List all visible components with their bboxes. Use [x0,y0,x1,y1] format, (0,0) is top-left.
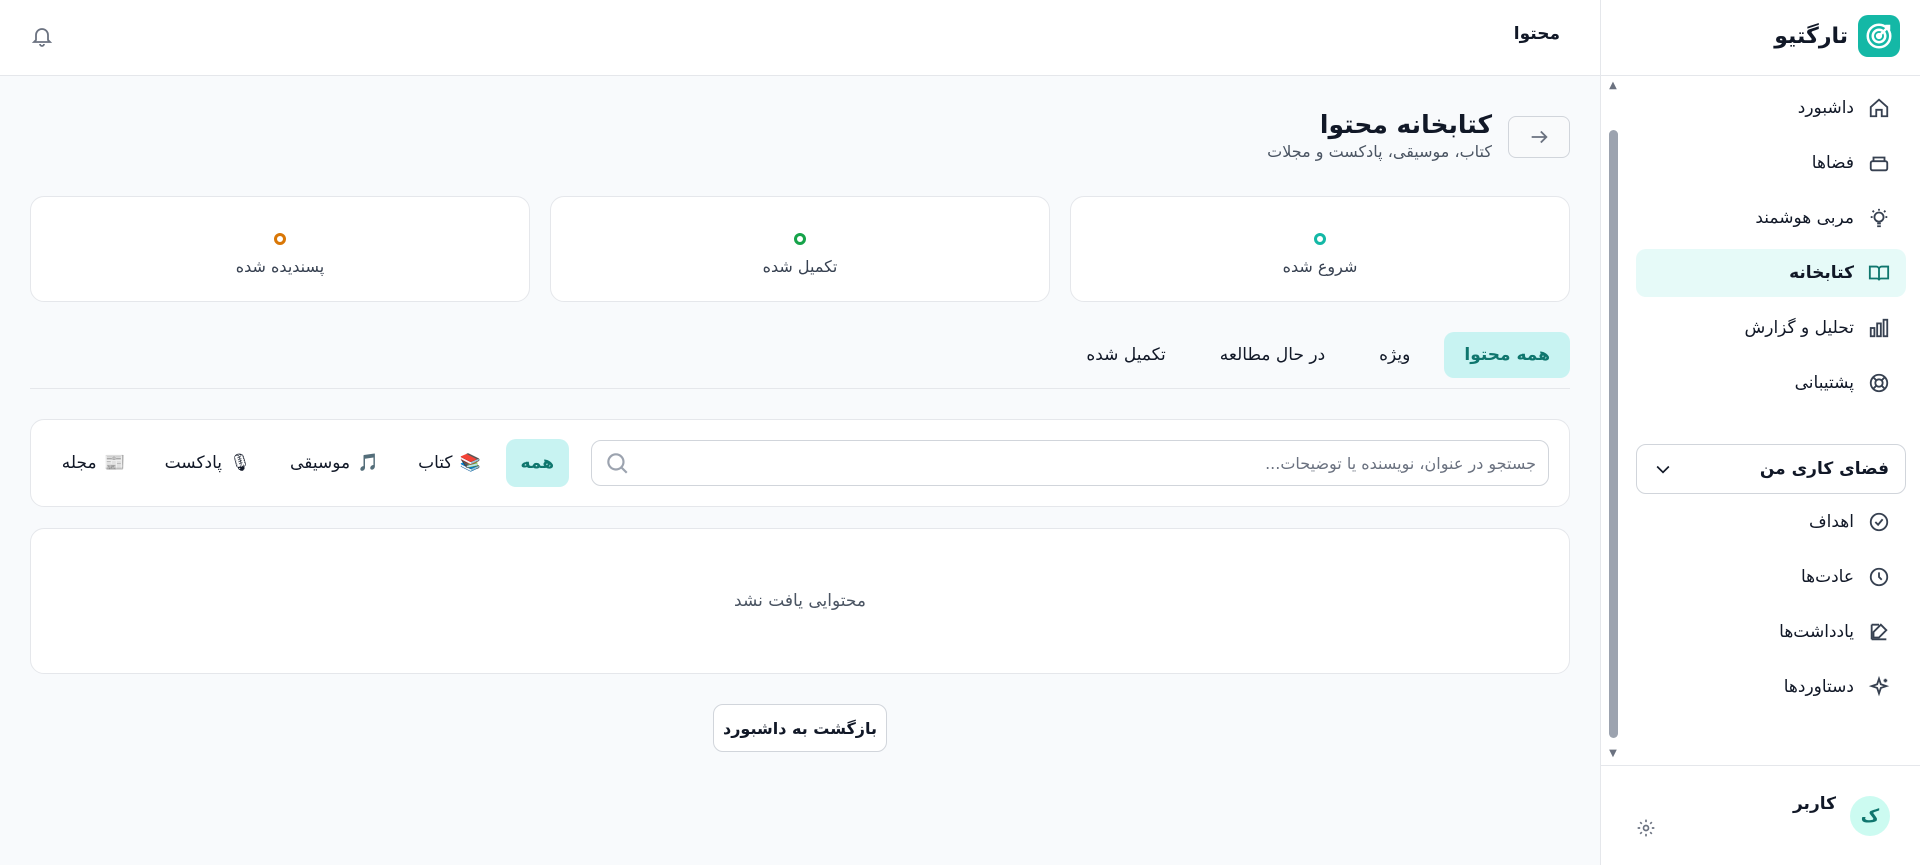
topbar-title: محتوا [1513,24,1560,44]
workspace-nav: اهداف عادت‌ها یادداشت‌ها دستاوردها [1636,498,1906,718]
sidebar-item-label: تحلیل و گزارش [1744,318,1854,338]
music-note-icon: 🎵 [357,453,379,473]
filter-music[interactable]: 🎵 موسیقی [275,439,393,487]
status-dot [274,233,286,245]
sidebar-item-label: مربی هوشمند [1755,208,1854,228]
microphone-icon: 🎙 [229,453,251,473]
sidebar-item-label: کتابخانه [1789,263,1854,283]
divider [1600,75,1920,76]
clock-icon [1869,567,1889,587]
stat-card-liked: پسندیده شده [30,196,530,302]
tab-featured[interactable]: ویژه [1359,332,1430,378]
divider [30,388,1570,389]
filter-magazine[interactable]: 📰 مجله [47,439,140,487]
sidebar-item-smart-coach[interactable]: مربی هوشمند [1636,194,1906,242]
filter-panel: همه 📚 کتاب 🎵 موسیقی 🎙 پادکست 📰 مجله [30,419,1570,507]
sidebar-item-dashboard[interactable]: داشبورد [1636,84,1906,132]
page-title: کتابخانه محتوا [1319,110,1492,139]
bar-chart-icon [1869,318,1889,338]
scrollbar-thumb[interactable] [1609,130,1618,738]
sidebar-item-habits[interactable]: عادت‌ها [1636,553,1906,601]
back-button[interactable] [1508,116,1570,158]
user-panel: ک کاربر [1600,765,1920,865]
page-subtitle: کتاب، موسیقی، پادکست و مجلات [1267,142,1492,161]
target-logo-icon [1858,15,1900,57]
sidebar-item-achievements[interactable]: دستاوردها [1636,663,1906,711]
brand[interactable]: تارگتیو [1601,0,1920,72]
sidebar-item-label: داشبورد [1797,98,1854,118]
filter-book[interactable]: 📚 کتاب [403,439,495,487]
layers-icon [1869,156,1889,172]
filter-all[interactable]: همه [505,439,569,487]
newspaper-icon: 📰 [104,453,126,473]
scroll-down-icon[interactable]: ▼ [1607,748,1619,760]
sidebar: تارگتیو ▲ ▼ داشبورد فضاها مربی هوشمند کت… [1600,0,1920,865]
workspace-label: فضای کاری من [1759,459,1889,479]
edit-icon [1870,623,1888,641]
empty-state-text: محتوایی یافت نشد [734,591,866,611]
sidebar-item-notes[interactable]: یادداشت‌ها [1636,608,1906,656]
check-circle-icon [1869,512,1889,532]
sparkles-icon [1868,676,1890,697]
sidebar-item-label: فضاها [1811,153,1854,173]
sidebar-item-label: دستاوردها [1783,677,1854,697]
search-icon [607,453,628,474]
sidebar-item-label: پشتیبانی [1794,373,1854,393]
sidebar-nav: داشبورد فضاها مربی هوشمند کتابخانه تحلیل… [1636,84,1906,414]
book-open-icon [1868,265,1890,281]
status-dot [794,233,806,245]
tab-reading[interactable]: در حال مطالعه [1200,332,1345,378]
filter-label: همه [520,453,555,473]
arrow-right-icon [1531,130,1548,144]
sidebar-item-label: یادداشت‌ها [1779,622,1854,642]
stat-label: شروع شده [1282,257,1358,276]
back-to-dashboard-button[interactable]: بازگشت به داشبورد [713,704,887,752]
tab-completed[interactable]: تکمیل شده [1066,332,1185,378]
sidebar-scrollbar[interactable]: ▲ ▼ [1607,80,1619,760]
tab-all-content[interactable]: همه محتوا [1444,332,1570,378]
top-bar: محتوا [0,0,1600,76]
search-input[interactable] [640,453,1536,473]
filter-podcast[interactable]: 🎙 پادکست [150,439,265,487]
sidebar-item-spaces[interactable]: فضاها [1636,139,1906,187]
user-name: کاربر [1792,794,1836,814]
sidebar-item-label: اهداف [1809,512,1854,532]
sidebar-item-library[interactable]: کتابخانه [1636,249,1906,297]
gear-icon[interactable] [1636,818,1656,838]
sidebar-item-label: عادت‌ها [1800,567,1854,587]
home-icon [1869,98,1889,118]
chevron-down-icon [1656,465,1670,474]
filter-label: مجله [61,453,97,473]
sidebar-item-support[interactable]: پشتیبانی [1636,359,1906,407]
bell-icon[interactable] [30,24,54,48]
lightbulb-icon [1870,208,1888,228]
content-tabs: همه محتوا ویژه در حال مطالعه تکمیل شده [1066,332,1570,378]
books-icon: 📚 [459,453,482,473]
search-box [591,440,1549,486]
empty-state: محتوایی یافت نشد [30,528,1570,674]
filter-label: پادکست [164,453,223,473]
type-filters: همه 📚 کتاب 🎵 موسیقی 🎙 پادکست 📰 مجله [47,439,569,487]
filter-label: موسیقی [290,453,351,473]
stat-card-started: شروع شده [1070,196,1570,302]
stat-card-completed: تکمیل شده [550,196,1050,302]
filter-label: کتاب [418,453,453,473]
workspace-dropdown[interactable]: فضای کاری من [1636,444,1906,494]
status-dot [1314,233,1326,245]
avatar[interactable]: ک [1850,796,1890,836]
stat-label: تکمیل شده [762,257,838,276]
main-content: کتابخانه محتوا کتاب، موسیقی، پادکست و مج… [0,76,1600,865]
sidebar-item-analytics[interactable]: تحلیل و گزارش [1636,304,1906,352]
scroll-up-icon[interactable]: ▲ [1607,80,1619,92]
sidebar-item-goals[interactable]: اهداف [1636,498,1906,546]
lifebuoy-icon [1869,373,1889,393]
stat-label: پسندیده شده [235,257,325,276]
brand-name: تارگتیو [1774,23,1848,49]
